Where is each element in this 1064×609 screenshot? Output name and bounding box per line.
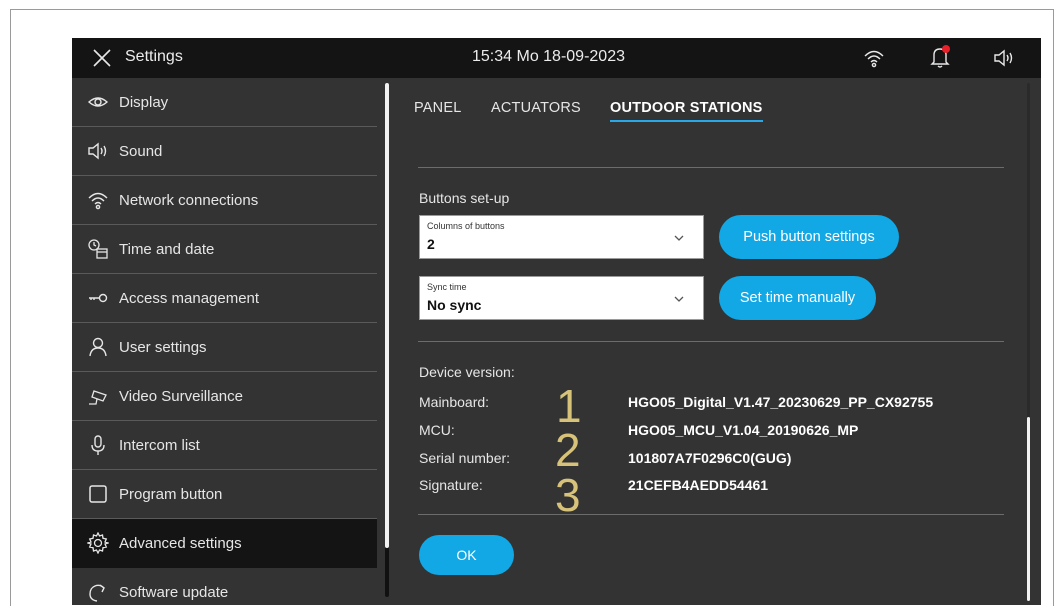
sidebar-item-software-update[interactable]: Software update	[72, 568, 377, 605]
serial-number-value: 101807A7F0296C0(GUG)	[628, 450, 792, 466]
sidebar-item-sound[interactable]: Sound	[72, 127, 377, 176]
speaker-icon[interactable]	[992, 47, 1016, 69]
sidebar-item-video-surveillance[interactable]: Video Surveillance	[72, 372, 377, 421]
main-scrollbar-thumb[interactable]	[1027, 417, 1030, 601]
serial-number-label: Serial number:	[419, 450, 511, 466]
camera-icon	[87, 385, 109, 407]
sidebar-item-label: Network connections	[119, 191, 259, 209]
notification-bell-icon[interactable]	[929, 45, 951, 69]
device-screen: Settings 15:34 Mo 18-09-2023 Display Sou…	[72, 38, 1041, 605]
sidebar-item-label: Software update	[119, 584, 229, 601]
sidebar-item-label: Display	[119, 93, 169, 111]
key-icon	[87, 287, 109, 309]
sidebar-item-user-settings[interactable]: User settings	[72, 323, 377, 372]
divider	[418, 514, 1004, 515]
eye-icon	[87, 91, 109, 113]
sidebar-item-intercom-list[interactable]: Intercom list	[72, 421, 377, 470]
push-button-settings-button[interactable]: Push button settings	[719, 215, 899, 259]
sidebar-item-label: Access management	[119, 289, 260, 307]
ok-button[interactable]: OK	[419, 535, 514, 575]
annotation-number-3: 3	[555, 469, 581, 521]
clock-readout: 15:34 Mo 18-09-2023	[472, 48, 625, 65]
sidebar-item-label: Time and date	[119, 240, 215, 258]
active-tab-indicator	[610, 120, 763, 122]
select-value: 2	[427, 236, 435, 252]
sidebar-item-label: Advanced settings	[119, 534, 242, 552]
speaker-icon	[87, 140, 109, 162]
sidebar-item-label: Program button	[119, 485, 223, 503]
select-label: Columns of buttons	[427, 221, 505, 231]
gear-icon	[87, 532, 109, 554]
mainboard-label: Mainboard:	[419, 394, 490, 410]
mcu-label: MCU:	[419, 422, 455, 438]
clock-calendar-icon	[87, 238, 109, 260]
annotation-number-2: 2	[555, 424, 581, 476]
sync-time-select[interactable]: Sync time No sync	[419, 276, 704, 320]
sidebar-item-label: Intercom list	[119, 436, 200, 454]
settings-sidebar: Display Sound Network connections Time a…	[72, 78, 377, 605]
sidebar-item-time-and-date[interactable]: Time and date	[72, 225, 377, 274]
signature-value: 21CEFB4AEDD54461	[628, 477, 769, 493]
microphone-icon	[87, 434, 109, 456]
buttons-setup-heading: Buttons set-up	[419, 190, 510, 206]
divider	[418, 341, 1004, 342]
user-icon	[87, 336, 109, 358]
divider	[418, 167, 1004, 168]
close-icon[interactable]	[92, 48, 112, 68]
sidebar-item-label: Sound	[119, 142, 163, 160]
columns-of-buttons-select[interactable]: Columns of buttons 2	[419, 215, 704, 259]
sidebar-item-label: User settings	[119, 338, 207, 356]
square-icon	[87, 483, 109, 505]
device-version-heading: Device version:	[419, 364, 515, 380]
wifi-icon[interactable]	[863, 47, 885, 69]
top-bar: Settings 15:34 Mo 18-09-2023	[72, 38, 1041, 78]
sidebar-item-program-button[interactable]: Program button	[72, 470, 377, 519]
tab-panel[interactable]: PANEL	[414, 100, 461, 116]
select-label: Sync time	[427, 282, 467, 292]
tab-outdoor-stations[interactable]: OUTDOOR STATIONS	[610, 100, 763, 116]
page-title: Settings	[125, 48, 183, 65]
sidebar-item-advanced-settings[interactable]: Advanced settings	[72, 519, 377, 568]
mainboard-value: HGO05_Digital_V1.47_20230629_PP_CX92755	[628, 394, 934, 410]
mcu-value: HGO05_MCU_V1.04_20190626_MP	[628, 422, 859, 438]
signature-label: Signature:	[419, 477, 483, 493]
tab-actuators[interactable]: ACTUATORS	[491, 100, 581, 116]
chevron-down-icon	[673, 231, 685, 243]
sidebar-item-display[interactable]: Display	[72, 78, 377, 127]
screenshot-frame: Settings 15:34 Mo 18-09-2023 Display Sou…	[10, 9, 1054, 606]
select-value: No sync	[427, 297, 482, 313]
sidebar-scrollbar-thumb[interactable]	[385, 83, 389, 548]
refresh-icon	[87, 582, 109, 604]
sidebar-item-network-connections[interactable]: Network connections	[72, 176, 377, 225]
sidebar-item-access-management[interactable]: Access management	[72, 274, 377, 323]
chevron-down-icon	[673, 292, 685, 304]
wifi-icon	[87, 189, 109, 211]
sidebar-item-label: Video Surveillance	[119, 387, 243, 405]
set-time-manually-button[interactable]: Set time manually	[719, 276, 876, 320]
annotation-number-1: 1	[556, 380, 582, 432]
